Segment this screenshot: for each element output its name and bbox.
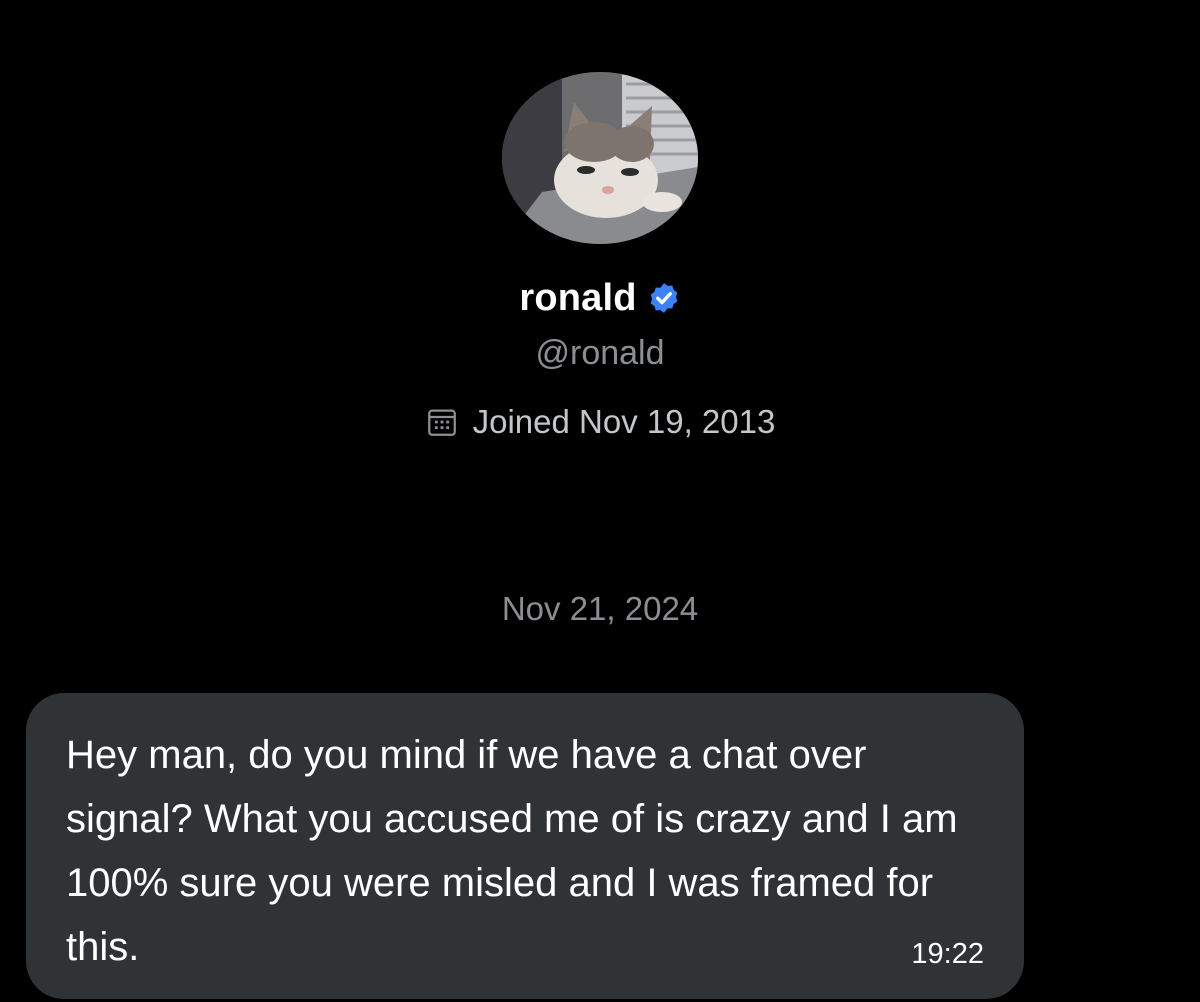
message-timestamp: 19:22 (911, 938, 984, 970)
cat-photo-avatar (502, 72, 698, 244)
calendar-icon (427, 409, 456, 436)
message-bubble[interactable]: Hey man, do you mind if we have a chat o… (26, 693, 1024, 999)
joined-date-row: Joined Nov 19, 2013 (425, 403, 776, 441)
display-name[interactable]: ronald (519, 277, 636, 320)
avatar[interactable] (502, 72, 698, 244)
joined-date-text: Joined Nov 19, 2013 (472, 403, 776, 440)
verified-badge-icon (650, 283, 677, 313)
name-row: ronald (519, 276, 680, 320)
conversation-date-divider: Nov 21, 2024 (501, 590, 699, 627)
message-text: Hey man, do you mind if we have a chat o… (66, 733, 958, 969)
user-handle: @ronald (535, 334, 665, 372)
profile-header: ronald @ronald Joined Nov 19, 2013 (0, 0, 1200, 441)
